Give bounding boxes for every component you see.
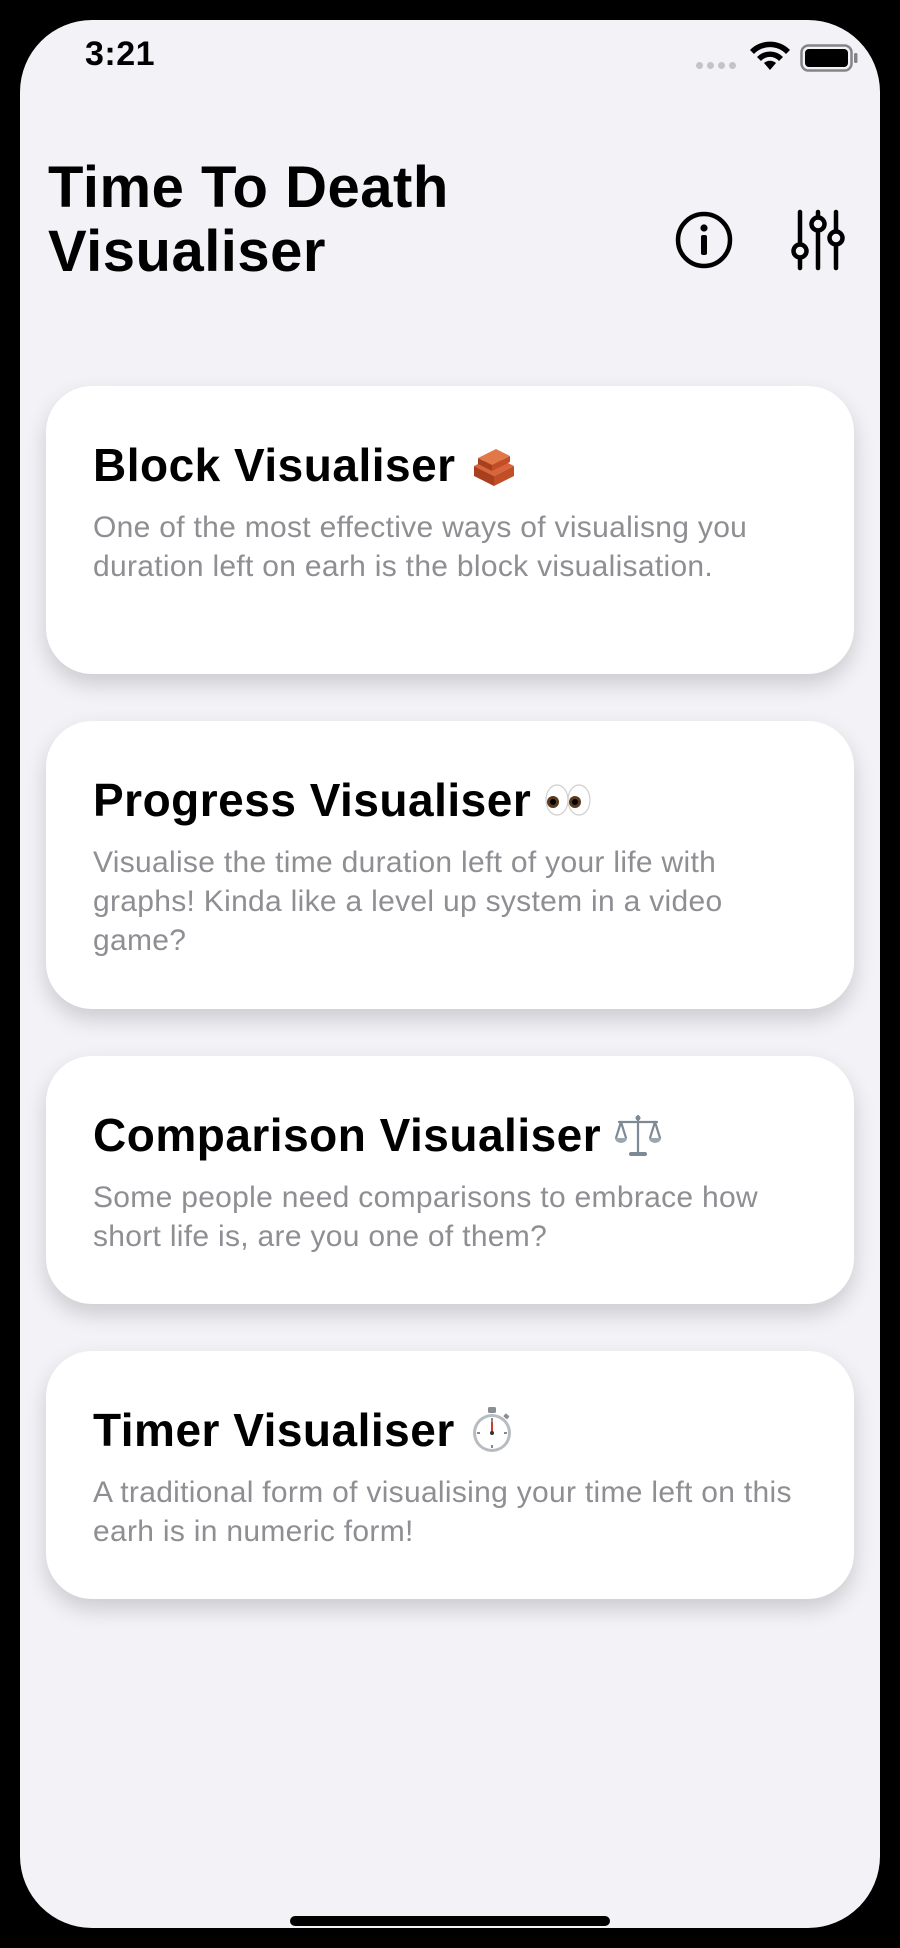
comparison-visualiser-card[interactable]: Comparison Visualiser Some people need c… bbox=[46, 1056, 854, 1304]
card-title-row: Block Visualiser bbox=[93, 436, 808, 494]
card-title: Block Visualiser bbox=[93, 439, 456, 491]
status-bar: 3:21 bbox=[20, 20, 880, 90]
block-visualiser-card[interactable]: Block Visualiser One of the most effecti… bbox=[46, 386, 854, 674]
card-description: A traditional form of visualising your t… bbox=[93, 1476, 792, 1548]
device-frame: 3:21 Time To Death Visualiser Block Visu… bbox=[0, 0, 900, 1948]
cellular-signal-icon bbox=[696, 62, 736, 69]
eyes-icon bbox=[545, 784, 591, 816]
stopwatch-icon bbox=[472, 1407, 511, 1452]
card-description: Visualise the time duration left of your… bbox=[93, 846, 723, 957]
page-title: Time To Death Visualiser bbox=[48, 155, 449, 284]
sliders-icon bbox=[791, 209, 845, 271]
card-title-row: Timer Visualiser bbox=[93, 1401, 808, 1459]
settings-button[interactable] bbox=[786, 208, 850, 272]
timer-visualiser-card[interactable]: Timer Visualiser A traditional form of v… bbox=[46, 1351, 854, 1599]
info-circle-icon bbox=[675, 211, 733, 269]
battery-icon bbox=[800, 44, 858, 72]
home-indicator[interactable] bbox=[290, 1916, 610, 1926]
wifi-icon bbox=[750, 41, 790, 70]
card-title: Comparison Visualiser bbox=[93, 1109, 602, 1161]
brick-icon bbox=[473, 449, 514, 486]
status-time: 3:21 bbox=[85, 35, 156, 73]
balance-scale-icon bbox=[615, 1114, 662, 1156]
card-title: Timer Visualiser bbox=[93, 1404, 455, 1456]
card-title-row: Comparison Visualiser bbox=[93, 1106, 808, 1164]
progress-visualiser-card[interactable]: Progress Visualiser Visualise the time d… bbox=[46, 721, 854, 1009]
card-title: Progress Visualiser bbox=[93, 774, 532, 826]
app-screen: 3:21 Time To Death Visualiser Block Visu… bbox=[20, 20, 880, 1928]
card-description: One of the most effective ways of visual… bbox=[93, 511, 748, 583]
card-title-row: Progress Visualiser bbox=[93, 771, 808, 829]
card-description: Some people need comparisons to embrace … bbox=[93, 1181, 758, 1253]
info-button[interactable] bbox=[672, 208, 736, 272]
